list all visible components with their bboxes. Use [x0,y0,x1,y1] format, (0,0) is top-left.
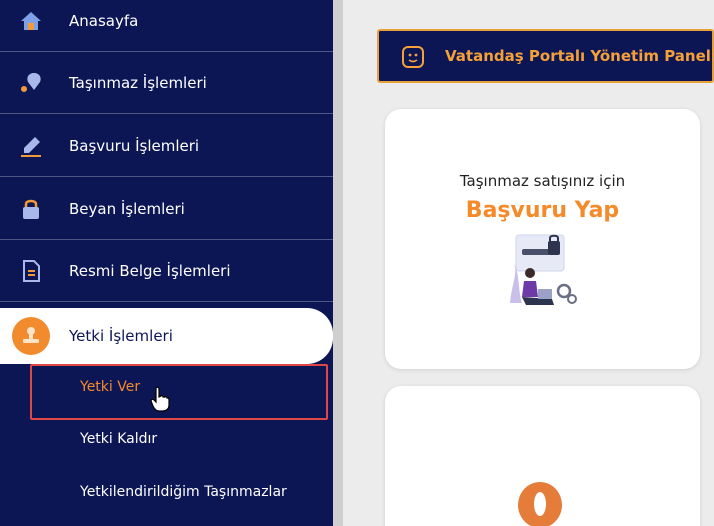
sidebar-item-anasayfa[interactable]: Anasayfa [0,0,333,52]
stamp-icon [12,317,50,355]
map-pin-icon [18,70,44,96]
card-subtitle: Taşınmaz satışınız için [459,172,626,190]
sidebar-item-basvuru[interactable]: Başvuru İşlemleri [0,115,333,177]
sidebar-item-label: Resmi Belge İşlemleri [69,261,231,280]
sidebar-item-label: Beyan İşlemleri [69,199,185,218]
sidebar-item-label: Yetki İşlemleri [69,327,173,345]
basvuru-yap-link[interactable]: Başvuru Yap [385,198,700,223]
highlight-box [30,364,328,420]
submenu-item-yetki-ver[interactable]: Yetki Ver [80,379,140,395]
sidebar-item-label: Başvuru İşlemleri [69,136,200,155]
sidebar-item-beyan[interactable]: Beyan İşlemleri [0,178,333,240]
home-icon [18,8,44,34]
submenu-item-yetki-kaldir[interactable]: Yetki Kaldır [80,431,157,447]
basvuru-card[interactable]: Taşınmaz satışınız için Başvuru Yap [385,109,700,369]
sidebar-item-tasinmaz[interactable]: Taşınmaz İşlemleri [0,52,333,114]
pen-icon [18,133,44,159]
document-icon [18,258,44,284]
sidebar-item-yetki[interactable]: Yetki İşlemleri [0,308,333,364]
portal-title: Vatandaş Portalı Yönetim Paneli [445,47,714,65]
sidebar-divider [333,0,343,526]
sidebar-item-resmi-belge[interactable]: Resmi Belge İşlemleri [0,240,333,302]
submenu-item-yetkilendirildigim[interactable]: Yetkilendirildiğim Taşınmazlar [80,484,287,500]
sidebar: Anasayfa Taşınmaz İşlemleri Başvuru İşle… [0,0,333,526]
portal-title-bar: Vatandaş Portalı Yönetim Paneli [377,29,714,83]
hand-cursor-icon [150,386,170,416]
sidebar-item-label: Taşınmaz İşlemleri [69,73,207,92]
smile-icon [401,45,425,73]
count-card [385,386,700,526]
sidebar-item-label: Anasayfa [69,11,139,30]
count-badge [518,482,562,526]
login-illustration [508,233,578,315]
lock-icon [18,196,44,222]
